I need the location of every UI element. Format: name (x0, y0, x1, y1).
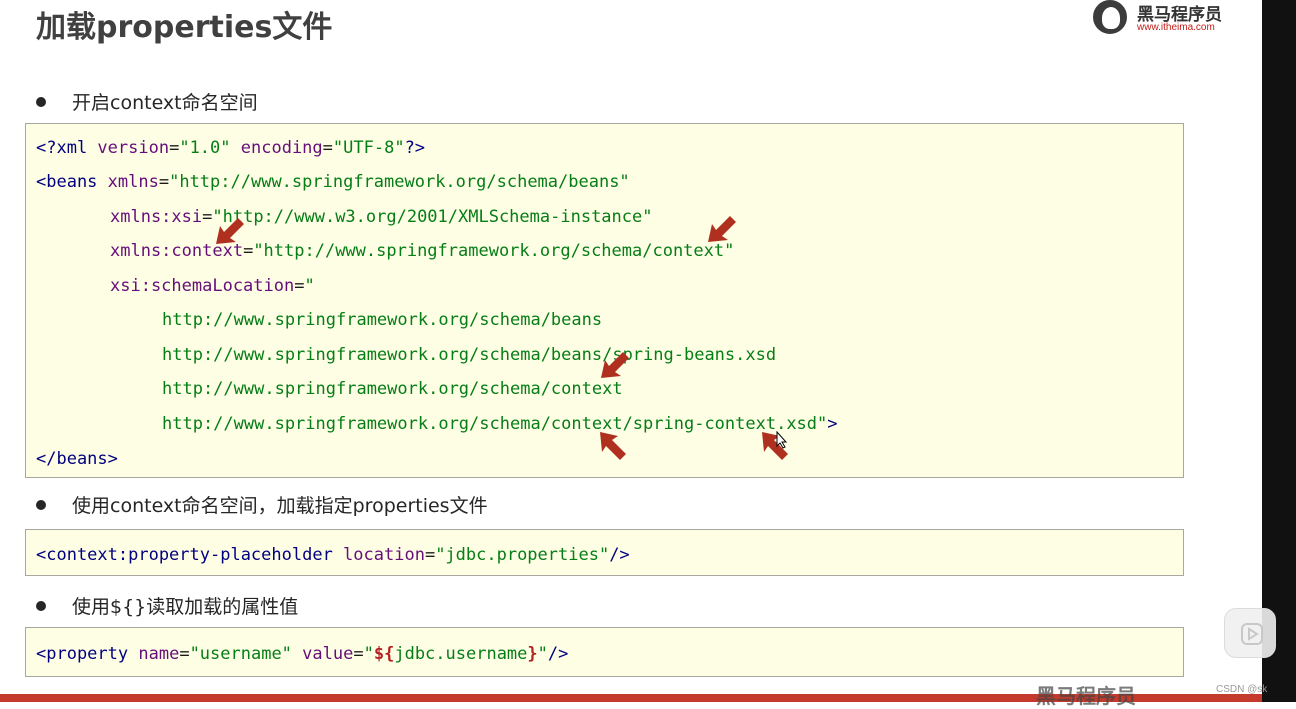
bullet-dot-icon (36, 600, 46, 611)
code-line-placeholder: <context:property-placeholder location="… (36, 545, 630, 565)
play-button[interactable] (1224, 608, 1276, 658)
arrow-down-left-icon (601, 352, 629, 378)
code-line-7: http://www.springframework.org/schema/be… (162, 345, 777, 365)
code-line-10: </beans> (36, 449, 118, 469)
code-line-4: xmlns:context="http://www.springframewor… (110, 241, 735, 261)
slide-title: 加载properties文件 (36, 10, 333, 45)
bullet-dot-icon (36, 96, 46, 107)
csdn-watermark: CSDN @sk (1216, 684, 1268, 695)
video-side-strip (1262, 0, 1296, 702)
code-line-property: <property name="username" value="${jdbc.… (36, 644, 569, 664)
horse-logo-icon (1093, 0, 1127, 34)
code-line-5: xsi:schemaLocation=" (110, 276, 315, 296)
bullet-text: 使用${}读取加载的属性值 (72, 596, 299, 618)
arrow-down-left-icon (708, 216, 736, 242)
arrow-down-left-icon (216, 218, 244, 244)
code-block-namespace: <?xml version="1.0" encoding="UTF-8"?> <… (25, 123, 1184, 478)
bullet-text: 使用context命名空间，加载指定properties文件 (72, 495, 488, 517)
play-icon (1241, 623, 1263, 645)
bullet-item-3: 使用${}读取加载的属性值 (36, 592, 298, 619)
code-line-8: http://www.springframework.org/schema/co… (162, 379, 623, 399)
arrow-up-left-icon (600, 432, 626, 460)
code-line-1: <?xml version="1.0" encoding="UTF-8"?> (36, 138, 426, 158)
bullet-item-1: 开启context命名空间 (36, 88, 258, 115)
code-line-9: http://www.springframework.org/schema/co… (162, 414, 838, 434)
mouse-pointer-icon (776, 431, 788, 449)
bullet-dot-icon (36, 499, 46, 510)
code-line-3: xmlns:xsi="http://www.w3.org/2001/XMLSch… (110, 207, 653, 227)
logo-url: www.itheima.com (1137, 22, 1215, 33)
slide: 加载properties文件 黑马程序员 www.itheima.com 开启c… (0, 0, 1262, 708)
bullet-item-2: 使用context命名空间，加载指定properties文件 (36, 491, 488, 518)
code-block-placeholder: <context:property-placeholder location="… (25, 529, 1184, 576)
video-brand-watermark: 黑马程序员 (1036, 684, 1136, 708)
code-block-property: <property name="username" value="${jdbc.… (25, 627, 1184, 677)
itheima-logo: 黑马程序员 www.itheima.com (1093, 0, 1233, 36)
code-line-6: http://www.springframework.org/schema/be… (162, 310, 603, 330)
bullet-text: 开启context命名空间 (72, 92, 258, 114)
code-line-2: <beans xmlns="http://www.springframework… (36, 172, 630, 192)
